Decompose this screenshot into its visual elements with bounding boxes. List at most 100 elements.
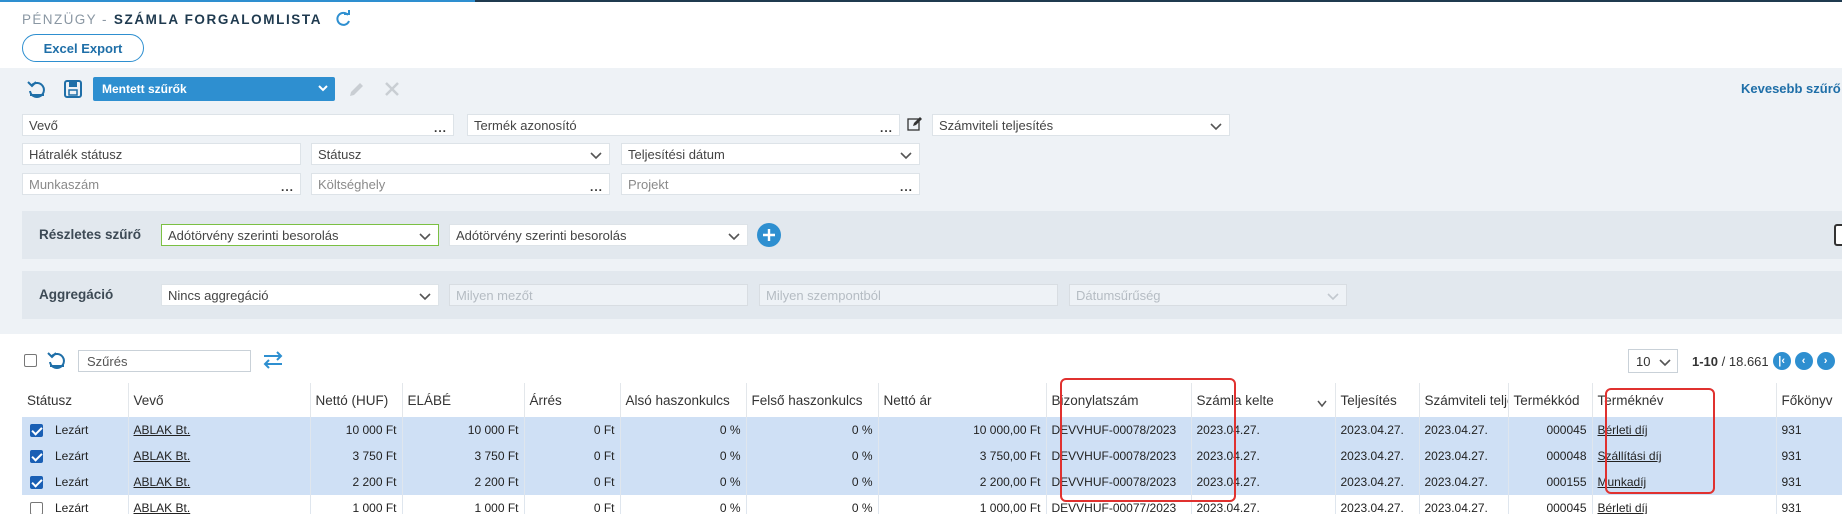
table-row[interactable]: Lezárt ABLAK Bt. 10 000 Ft 10 000 Ft 0 Ft 0 %…	[22, 417, 1842, 443]
product-code-text: 000045	[1546, 423, 1587, 437]
tax-classification-label-2: Adótörvény szerinti besorolás	[456, 227, 627, 243]
page-size-select[interactable]: 10	[1628, 349, 1678, 373]
customer-text[interactable]: ABLAK Bt.	[134, 449, 191, 463]
saved-filters-select[interactable]: Mentett szűrők	[93, 77, 335, 101]
column-header-customer[interactable]: Vevő	[128, 383, 311, 417]
sort-chevron-icon[interactable]	[1316, 396, 1327, 411]
cell-completion: 2023.04.27.	[1335, 443, 1420, 469]
status-select[interactable]: Státusz	[311, 143, 610, 165]
save-icon[interactable]	[61, 77, 85, 101]
cell-customer[interactable]: ABLAK Bt.	[128, 443, 311, 469]
status-text: Lezárt	[55, 423, 89, 437]
first-page-icon[interactable]: |‹	[1772, 352, 1791, 370]
highlight-document-number	[1060, 378, 1236, 502]
settings-icon[interactable]	[1834, 224, 1842, 246]
reset-list-icon[interactable]	[47, 350, 67, 373]
product-name-text[interactable]: Bérleti díj	[1598, 501, 1648, 514]
chevron-down-icon	[419, 230, 431, 245]
row-checkbox[interactable]	[30, 449, 43, 463]
tax-classification-select-1[interactable]: Adótörvény szerinti besorolás	[161, 224, 439, 246]
swap-columns-icon[interactable]	[262, 351, 284, 372]
column-header-completion[interactable]: Teljesítés	[1335, 383, 1420, 417]
status-select-label: Státusz	[318, 146, 362, 162]
table-row[interactable]: Lezárt ABLAK Bt. 1 000 Ft 1 000 Ft 0 Ft 0 % 0 …	[22, 495, 1842, 514]
more-dots-icon[interactable]: ...	[281, 181, 294, 193]
column-header-lower-markup[interactable]: Alsó haszonkulcs	[620, 383, 747, 417]
cell-accounting-completion: 2023.04.27.	[1419, 417, 1509, 443]
column-header-margin[interactable]: Árrés	[524, 383, 621, 417]
more-dots-icon[interactable]: ...	[880, 122, 893, 134]
accounting-completion-select[interactable]: Számviteli teljesítés	[932, 114, 1230, 136]
cell-customer[interactable]: ABLAK Bt.	[128, 417, 311, 443]
add-filter-button[interactable]	[757, 223, 781, 247]
list-search-input[interactable]: Szűrés	[78, 350, 251, 372]
column-header-product-code[interactable]: Termékkód	[1508, 383, 1593, 417]
lower-markup-text: 0 %	[719, 475, 741, 489]
ledger-text: 931	[1781, 475, 1802, 489]
project-field[interactable]: Projekt ...	[621, 173, 920, 195]
column-header-status[interactable]: Státusz	[22, 383, 129, 417]
edit-icon[interactable]	[907, 116, 923, 135]
column-header-accounting-completion[interactable]: Számviteli teljesítés	[1419, 383, 1509, 417]
column-header-net-huf[interactable]: Nettó (HUF)	[310, 383, 403, 417]
chevron-down-icon	[728, 230, 740, 245]
page-range: 1-10	[1692, 353, 1719, 369]
invoice-date-text: 2023.04.27.	[1196, 501, 1260, 514]
job-number-field[interactable]: Munkaszám ...	[22, 173, 301, 195]
cell-net-price: 2 200,00 Ft	[878, 469, 1047, 495]
customer-text[interactable]: ABLAK Bt.	[134, 501, 191, 514]
product-id-filter-field[interactable]: Termék azonosító ...	[467, 114, 900, 136]
select-all-checkbox[interactable]	[24, 354, 37, 367]
date-density-select: Dátumsűrűség	[1069, 284, 1347, 306]
project-label: Projekt	[628, 176, 669, 192]
cell-customer[interactable]: ABLAK Bt.	[128, 469, 311, 495]
upper-markup-text: 0 %	[851, 449, 873, 463]
reset-filters-icon[interactable]	[25, 77, 49, 101]
pencil-icon[interactable]	[348, 80, 366, 101]
cell-product-code: 000155	[1508, 469, 1593, 495]
cell-elabe: 1 000 Ft	[402, 495, 525, 514]
prev-page-icon[interactable]: ‹	[1794, 352, 1813, 370]
row-checkbox[interactable]	[30, 423, 43, 437]
table-header-row: Státusz Vevő Nettó (HUF) ELÁBÉ Árrés Als…	[22, 383, 1842, 417]
aggregation-field-select: Milyen mezőt	[449, 284, 748, 306]
cell-lower-markup: 0 %	[620, 495, 747, 514]
cost-center-field[interactable]: Költséghely ...	[311, 173, 610, 195]
cell-lower-markup: 0 %	[620, 443, 747, 469]
arrears-status-field[interactable]: Hátralék státusz	[22, 143, 301, 165]
table-row[interactable]: Lezárt ABLAK Bt. 3 750 Ft 3 750 Ft 0 Ft 0 % 0 …	[22, 443, 1842, 469]
customer-text[interactable]: ABLAK Bt.	[134, 475, 191, 489]
aggregation-select[interactable]: Nincs aggregáció	[161, 284, 439, 306]
delete-icon[interactable]	[383, 80, 401, 101]
refresh-icon[interactable]	[334, 10, 352, 28]
cell-elabe: 3 750 Ft	[402, 443, 525, 469]
column-header-elabe[interactable]: ELÁBÉ	[402, 383, 525, 417]
more-dots-icon[interactable]: ...	[590, 181, 603, 193]
column-header-ledger[interactable]: Főkönyv	[1776, 383, 1842, 417]
detailed-filter-label: Részletes szűrő	[39, 227, 142, 242]
row-checkbox[interactable]	[30, 475, 43, 489]
more-dots-icon[interactable]: ...	[434, 122, 447, 134]
net-price-text: 2 200,00 Ft	[979, 475, 1041, 489]
excel-export-button[interactable]: Excel Export	[22, 34, 144, 62]
less-filters-link[interactable]: Kevesebb szűrő	[1741, 81, 1841, 96]
cell-lower-markup: 0 %	[620, 469, 747, 495]
upper-markup-text: 0 %	[851, 423, 873, 437]
cell-product-name[interactable]: Bérleti díj	[1592, 495, 1777, 514]
cell-customer[interactable]: ABLAK Bt.	[128, 495, 311, 514]
next-page-icon[interactable]: ›	[1816, 352, 1835, 370]
tax-classification-select-2[interactable]: Adótörvény szerinti besorolás	[449, 224, 748, 246]
cell-product-code: 000048	[1508, 443, 1593, 469]
customer-filter-field[interactable]: Vevő ...	[22, 114, 454, 136]
table-row[interactable]: Lezárt ABLAK Bt. 2 200 Ft 2 200 Ft 0 Ft 0 % 0 …	[22, 469, 1842, 495]
net-price-text: 3 750,00 Ft	[979, 449, 1041, 463]
cell-net-huf: 1 000 Ft	[310, 495, 403, 514]
customer-text[interactable]: ABLAK Bt.	[134, 423, 191, 437]
cell-accounting-completion: 2023.04.27.	[1419, 443, 1509, 469]
aggregation-aspect-select: Milyen szempontból	[759, 284, 1058, 306]
row-checkbox[interactable]	[30, 501, 43, 514]
more-dots-icon[interactable]: ...	[900, 181, 913, 193]
completion-date-select[interactable]: Teljesítési dátum	[621, 143, 920, 165]
column-header-upper-markup[interactable]: Felső haszonkulcs	[746, 383, 879, 417]
column-header-net-price[interactable]: Nettó ár	[878, 383, 1047, 417]
